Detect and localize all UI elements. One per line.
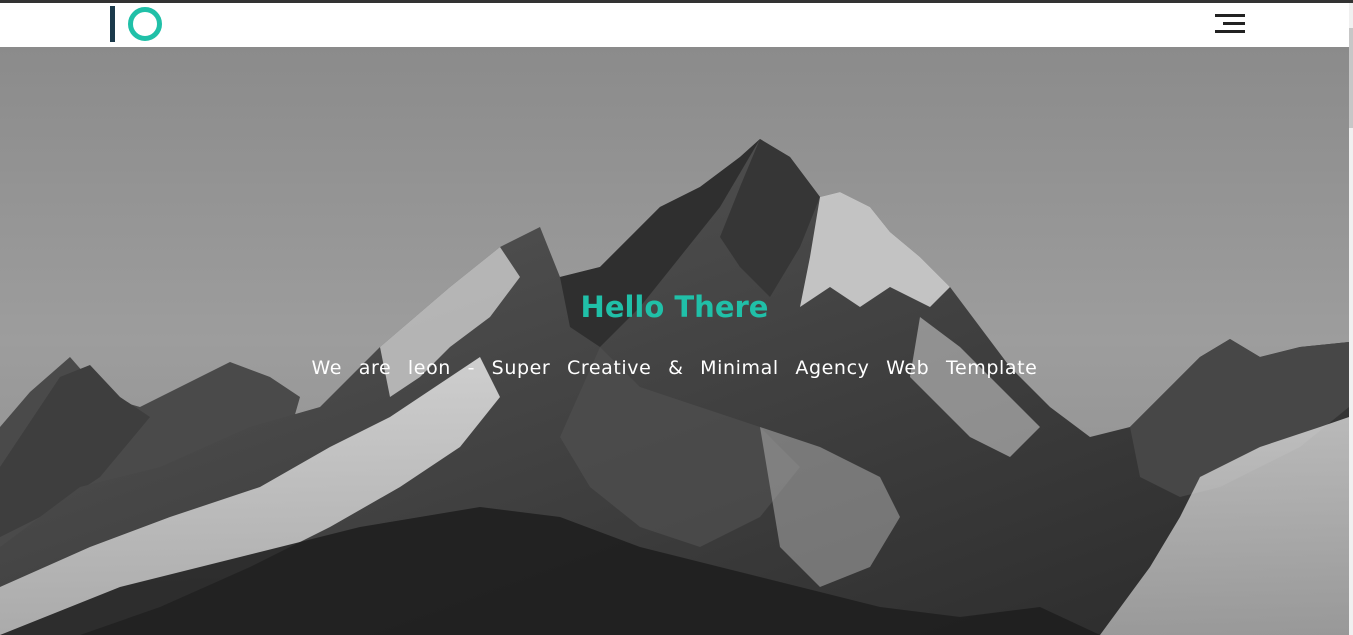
mountain-background-image — [0, 47, 1349, 635]
navbar — [0, 3, 1349, 47]
scrollbar-thumb[interactable] — [1349, 28, 1353, 128]
hero-subtitle: We are leon - Super Creative & Minimal A… — [311, 357, 1038, 379]
hamburger-menu-button[interactable] — [1212, 11, 1248, 37]
hamburger-line — [1215, 30, 1245, 33]
logo-icon — [110, 6, 162, 42]
hero-section: Hello There We are leon - Super Creative… — [0, 47, 1349, 635]
hero-title: Hello There — [580, 290, 769, 324]
hamburger-menu-icon — [1215, 14, 1245, 17]
hamburger-line — [1223, 22, 1245, 25]
leon-logo[interactable] — [108, 5, 168, 43]
